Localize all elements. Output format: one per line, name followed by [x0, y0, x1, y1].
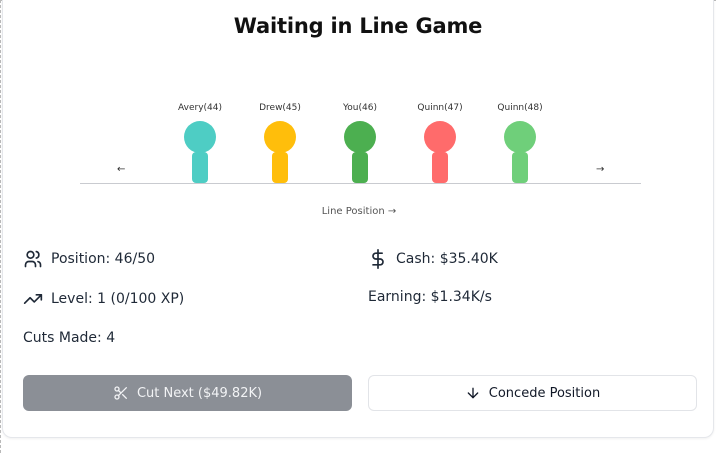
cash-stat: Cash: $35.40K	[368, 249, 498, 269]
ground-line	[80, 183, 641, 184]
person-head	[184, 121, 216, 153]
position-stat: Position: 46/50	[23, 249, 155, 269]
line-position-label: Line Position →	[321, 206, 397, 217]
cut-next-button[interactable]: Cut Next ($49.82K)	[23, 375, 352, 411]
person-body	[432, 152, 448, 183]
person-head	[344, 121, 376, 153]
earning-stat: Earning: $1.34K/s	[368, 289, 492, 305]
trending-up-icon	[23, 289, 43, 309]
cash-value: Cash: $35.40K	[396, 251, 498, 267]
person-head	[424, 121, 456, 153]
left-arrow-icon: ←	[117, 164, 126, 175]
arrow-down-icon	[465, 385, 481, 401]
person-label: You(46)	[343, 103, 377, 113]
concede-label: Concede Position	[488, 385, 601, 401]
dollar-icon	[368, 249, 388, 269]
person-body	[192, 152, 208, 183]
cut-next-label: Cut Next ($49.82K)	[136, 385, 263, 401]
right-arrow-icon: →	[596, 164, 605, 175]
person-label: Drew(45)	[259, 103, 301, 113]
person-body	[512, 152, 528, 183]
level-value: Level: 1 (0/100 XP)	[51, 291, 185, 307]
person-label: Quinn(48)	[497, 103, 543, 113]
level-stat: Level: 1 (0/100 XP)	[23, 289, 184, 309]
person-body	[352, 152, 368, 183]
person-head	[504, 121, 536, 153]
person-label: Avery(44)	[178, 103, 222, 113]
cuts-value: Cuts Made: 4	[23, 330, 116, 346]
person-label: Quinn(47)	[417, 103, 463, 113]
game-card: Waiting in Line Game ← → Avery(44) Drew(…	[2, 0, 714, 438]
earning-value: Earning: $1.34K/s	[368, 289, 492, 305]
concede-position-button[interactable]: Concede Position	[368, 375, 697, 411]
users-icon	[23, 249, 43, 269]
position-value: Position: 46/50	[51, 251, 156, 267]
person-body	[272, 152, 288, 183]
cuts-stat: Cuts Made: 4	[23, 330, 115, 346]
scissors-icon	[113, 385, 129, 401]
person-head	[264, 121, 296, 153]
line-stage: ← → Avery(44) Drew(45) You(46) Quinn(47)…	[3, 0, 715, 230]
